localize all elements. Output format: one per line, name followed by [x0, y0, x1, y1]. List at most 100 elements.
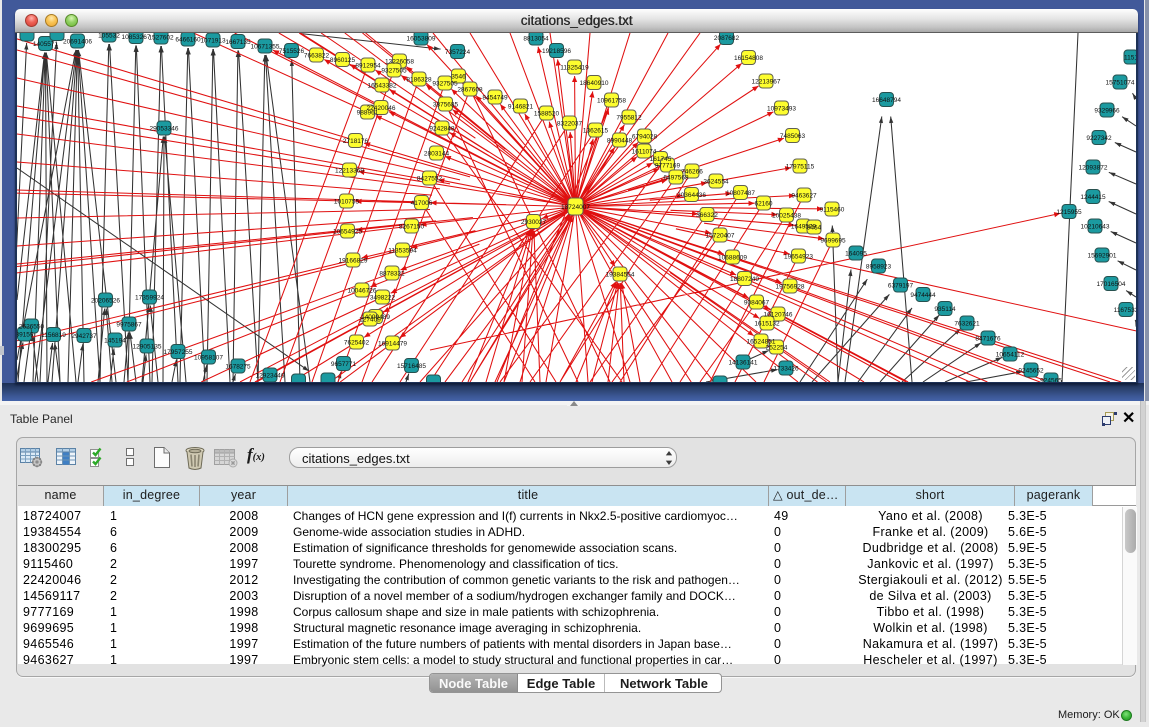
svg-text:8958923: 8958923 [866, 264, 892, 271]
svg-text:16120746: 16120746 [764, 312, 793, 319]
svg-text:39159: 39159 [17, 332, 34, 339]
svg-text:105532: 105532 [98, 33, 120, 40]
svg-text:1010755: 1010755 [334, 199, 360, 206]
svg-text:10958107: 10958107 [194, 355, 223, 362]
svg-text:417006: 417006 [411, 200, 433, 207]
svg-text:746266: 746266 [681, 169, 703, 176]
svg-text:2803144: 2803144 [424, 151, 450, 158]
svg-text:8990448: 8990448 [607, 138, 633, 145]
svg-text:16543382: 16543382 [368, 83, 397, 90]
svg-text:1151: 1151 [1124, 55, 1136, 62]
svg-text:8267150: 8267150 [399, 224, 425, 231]
svg-text:8454749: 8454749 [482, 95, 508, 102]
svg-text:10973493: 10973493 [767, 106, 796, 113]
svg-text:20691406: 20691406 [63, 39, 92, 46]
svg-text:1244415: 1244415 [1080, 194, 1106, 201]
svg-text:10671355: 10671355 [251, 44, 280, 51]
svg-text:1615132: 1615132 [754, 321, 780, 328]
svg-text:17359924: 17359924 [135, 295, 164, 302]
svg-text:1405571: 1405571 [33, 41, 59, 48]
svg-text:1611074: 1611074 [632, 149, 657, 156]
svg-text:2942737: 2942737 [71, 333, 97, 340]
svg-text:12213369: 12213369 [335, 168, 364, 175]
svg-text:9146821: 9146821 [508, 104, 534, 111]
svg-text:988961: 988961 [357, 110, 379, 117]
svg-text:16053809: 16053809 [407, 36, 436, 43]
svg-text:12093872: 12093872 [1079, 165, 1108, 172]
svg-text:9084067: 9084067 [744, 300, 770, 307]
svg-text:20206526: 20206526 [91, 298, 120, 305]
svg-text:366322: 366322 [696, 212, 718, 219]
svg-text:18807249: 18807249 [730, 276, 759, 283]
svg-text:2930027: 2930027 [521, 219, 547, 226]
svg-text:9657771: 9657771 [331, 361, 357, 368]
svg-text:1167533: 1167533 [1114, 307, 1136, 314]
svg-text:8471676: 8471676 [975, 336, 1001, 343]
svg-text:10025438: 10025438 [772, 213, 801, 220]
svg-text:2867608: 2867608 [457, 87, 483, 94]
svg-text:17016504: 17016504 [1097, 281, 1126, 288]
svg-text:7955812: 7955812 [616, 115, 642, 122]
svg-text:9327505: 9327505 [432, 81, 458, 88]
svg-text:9699695: 9699695 [820, 238, 846, 245]
svg-text:3498222: 3498222 [370, 295, 396, 302]
svg-text:9464: 9464 [807, 225, 822, 232]
svg-text:17957255: 17957255 [164, 349, 193, 356]
svg-text:13226058: 13226058 [385, 59, 414, 66]
svg-text:145194: 145194 [104, 338, 126, 345]
svg-text:1071913: 1071913 [200, 38, 226, 45]
svg-text:164095: 164095 [845, 251, 867, 258]
svg-text:9474444: 9474444 [910, 292, 936, 299]
svg-text:7632621: 7632621 [954, 321, 980, 328]
svg-text:8186328: 8186328 [406, 77, 432, 84]
svg-text:9329966: 9329966 [1094, 108, 1120, 115]
svg-text:6497568: 6497568 [663, 175, 689, 182]
svg-text:7485063: 7485063 [780, 133, 806, 140]
svg-text:1362615: 1362615 [583, 128, 609, 135]
svg-text:127409: 127409 [359, 317, 381, 324]
svg-text:29053346: 29053346 [150, 126, 179, 133]
svg-text:1527602: 1527602 [148, 35, 174, 42]
svg-text:12923446: 12923446 [256, 373, 285, 380]
svg-text:19166829: 19166829 [339, 258, 368, 265]
svg-text:1588520: 1588520 [534, 111, 560, 118]
svg-text:2718176: 2718176 [343, 138, 369, 145]
svg-text:9245652: 9245652 [1018, 368, 1044, 375]
svg-text:16154808: 16154808 [734, 55, 763, 62]
svg-text:9463627: 9463627 [791, 193, 817, 200]
svg-text:15716485: 15716485 [397, 363, 426, 370]
svg-text:10046726: 10046726 [348, 288, 377, 295]
svg-text:19654923: 19654923 [784, 254, 813, 261]
svg-text:19756928: 19756928 [776, 284, 805, 291]
svg-text:1215955: 1215955 [1056, 209, 1082, 216]
svg-text:9115460: 9115460 [820, 207, 845, 214]
svg-text:10688609: 10688609 [718, 255, 747, 262]
svg-text:6794028: 6794028 [632, 134, 658, 141]
svg-text:9975867: 9975867 [116, 322, 142, 329]
svg-text:16648794: 16648794 [872, 97, 901, 104]
svg-text:2626550: 2626550 [19, 324, 45, 331]
svg-text:15692901: 15692901 [1088, 253, 1117, 260]
svg-text:18640910: 18640910 [580, 80, 609, 87]
svg-text:3624554: 3624554 [703, 179, 729, 186]
svg-text:10210643: 10210643 [1081, 224, 1110, 231]
svg-text:3546: 3546 [451, 74, 466, 81]
svg-text:1678275: 1678275 [225, 364, 251, 371]
svg-text:7515526: 7515526 [279, 48, 305, 55]
svg-text:6466160: 6466160 [175, 37, 201, 44]
svg-text:15751074: 15751074 [1106, 80, 1135, 87]
svg-text:7357224: 7357224 [445, 49, 471, 56]
svg-text:7625402: 7625402 [344, 340, 370, 347]
svg-text:17975115: 17975115 [786, 164, 815, 171]
svg-text:10807487: 10807487 [726, 190, 755, 197]
svg-text:62160: 62160 [754, 201, 772, 208]
svg-text:6379197: 6379197 [888, 283, 914, 290]
svg-text:924565: 924565 [1040, 378, 1062, 383]
svg-text:10853267: 10853267 [122, 34, 151, 41]
svg-text:18724007: 18724007 [561, 204, 590, 211]
svg-text:12213967: 12213967 [752, 79, 781, 86]
svg-text:8322037: 8322037 [557, 121, 583, 128]
svg-text:19218596: 19218596 [542, 48, 571, 55]
svg-text:3875685: 3875685 [433, 102, 459, 109]
svg-text:8912954: 8912954 [355, 63, 381, 70]
